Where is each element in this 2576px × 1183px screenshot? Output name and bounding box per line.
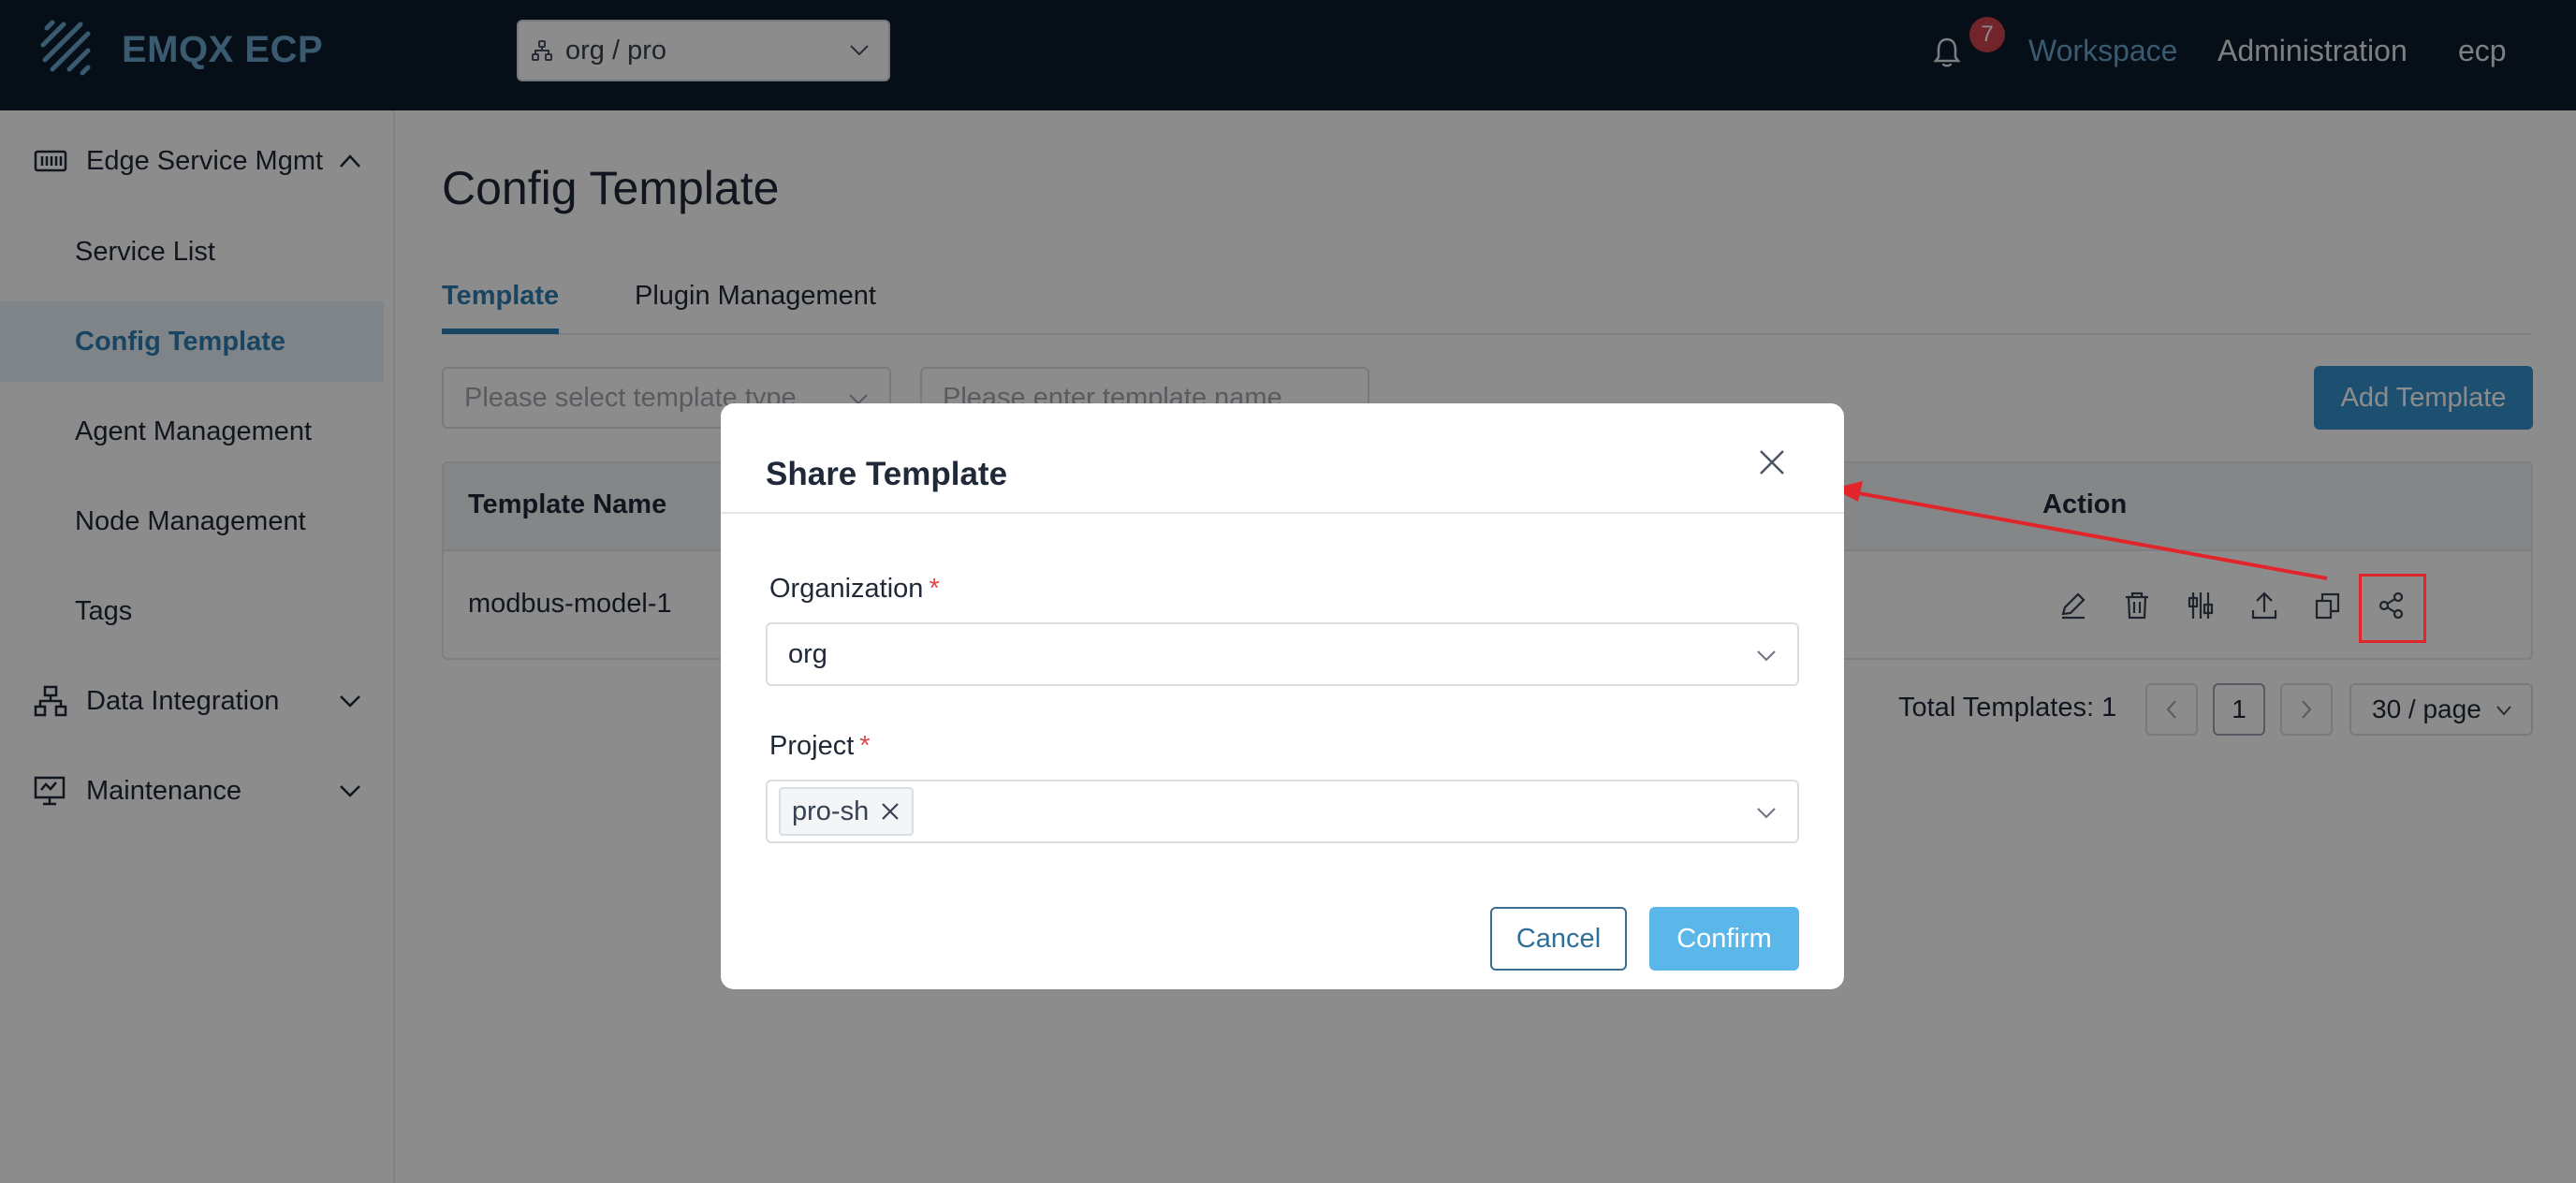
project-tag: pro-sh [779, 787, 915, 836]
project-label-text: Project [769, 731, 855, 761]
required-mark: * [929, 574, 940, 604]
chevron-down-icon [1757, 650, 1776, 662]
cancel-button[interactable]: Cancel [1490, 907, 1627, 971]
project-tag-label: pro-sh [792, 796, 870, 826]
organization-value: org [788, 638, 827, 669]
dialog-header: Share Template [721, 403, 1844, 514]
organization-select[interactable]: org [766, 622, 1799, 686]
project-label: Project * [769, 731, 871, 762]
share-template-dialog: Share Template Organization * org Project… [721, 403, 1844, 989]
organization-label: Organization * [769, 574, 940, 605]
project-select[interactable]: pro-sh [766, 780, 1799, 843]
confirm-button[interactable]: Confirm [1649, 907, 1799, 971]
organization-label-text: Organization [769, 574, 924, 604]
required-mark: * [859, 731, 871, 761]
dialog-title: Share Template [766, 456, 1008, 492]
chevron-down-icon [1757, 808, 1776, 819]
close-icon[interactable] [1756, 446, 1788, 478]
share-icon-highlight [2359, 574, 2426, 643]
tag-remove-icon[interactable] [880, 801, 900, 822]
